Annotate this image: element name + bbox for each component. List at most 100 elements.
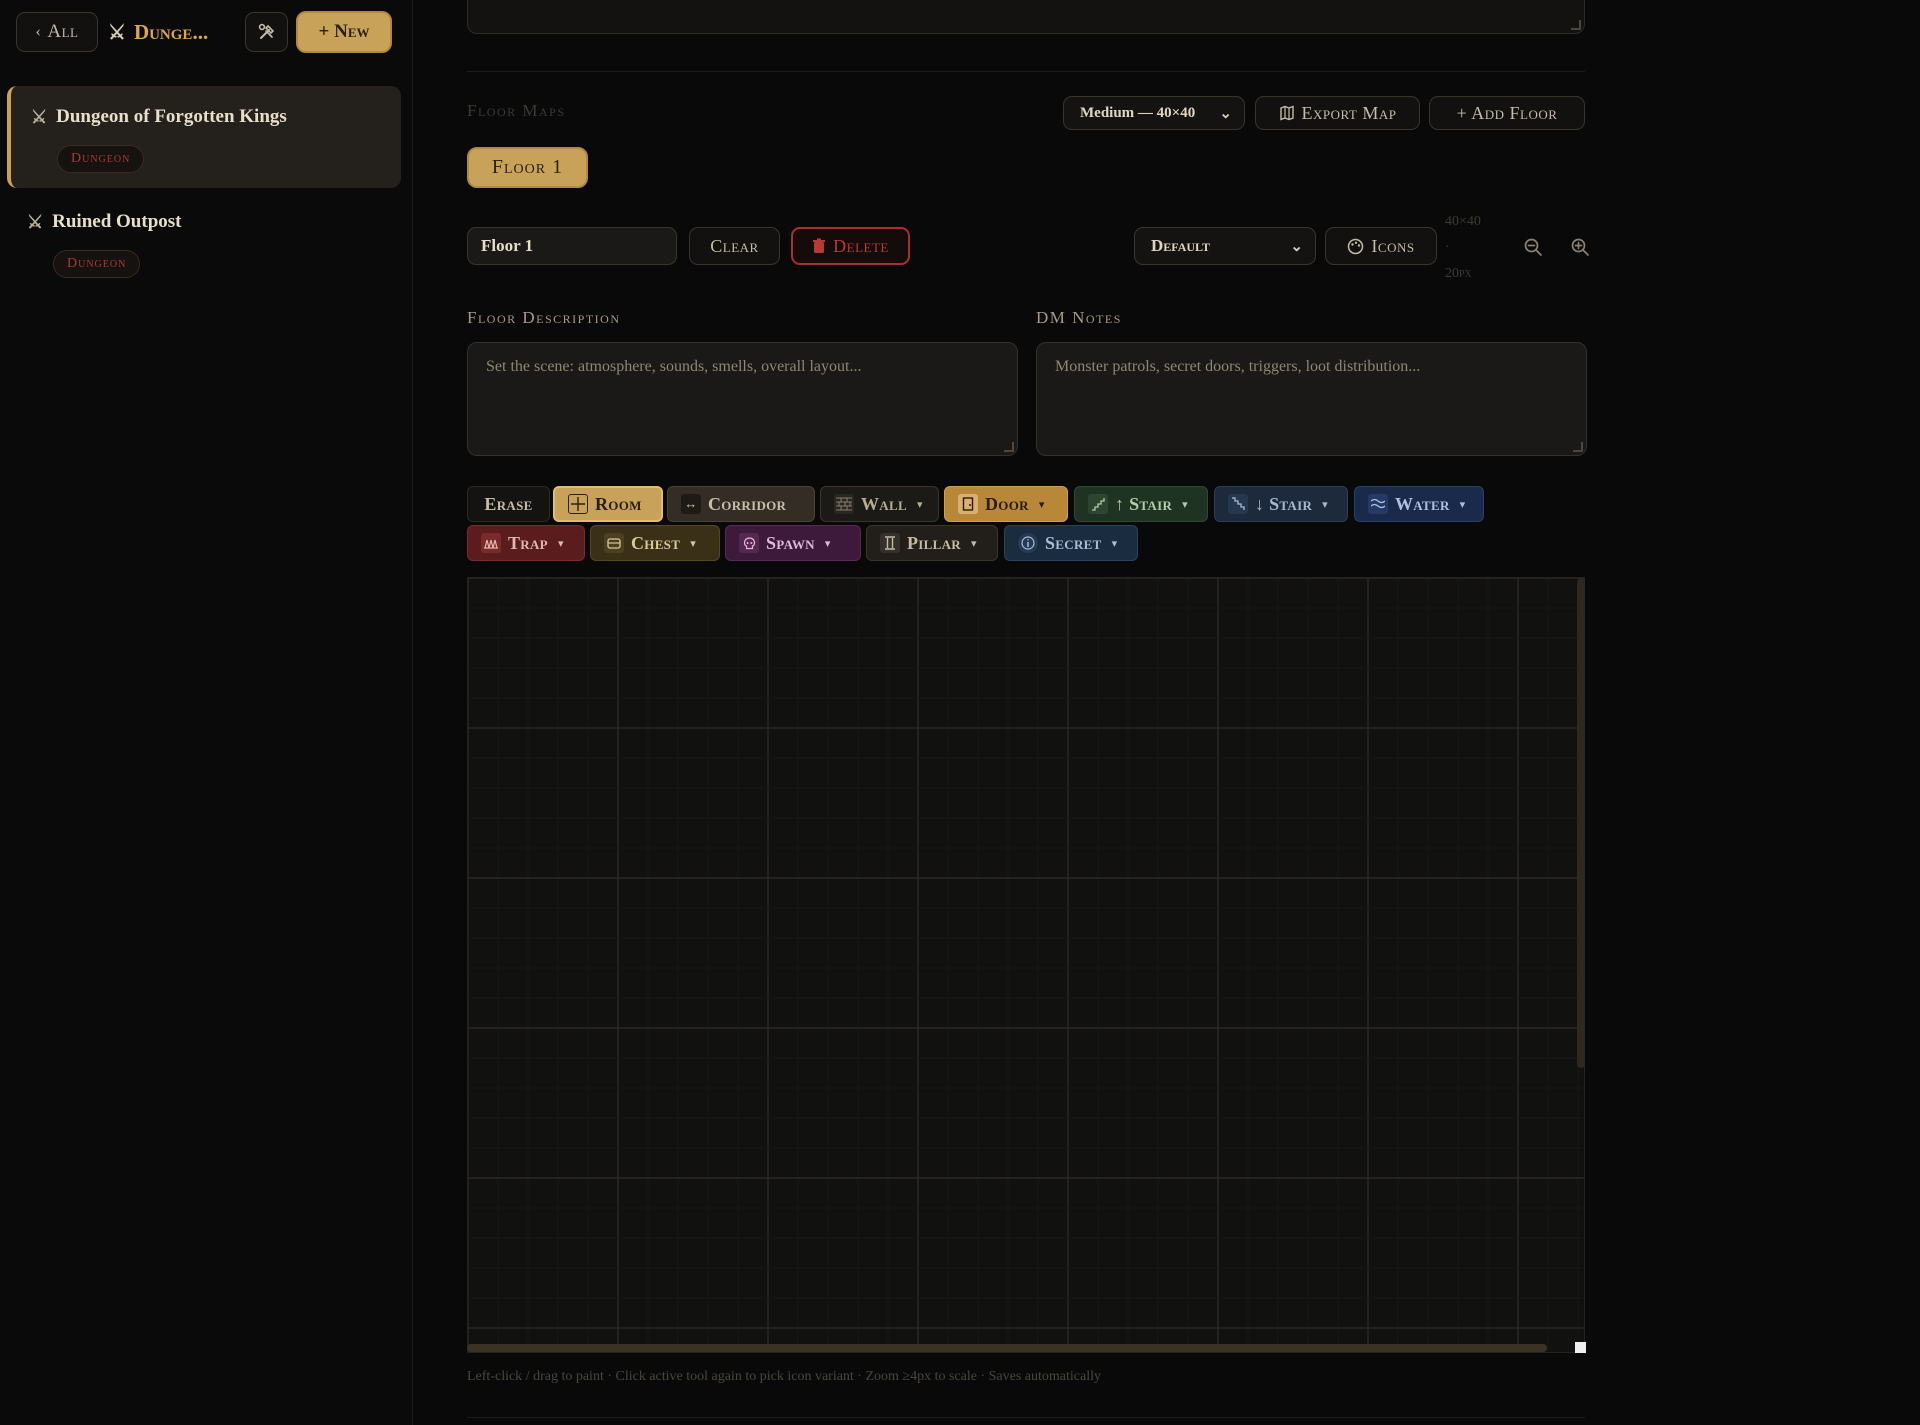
add-floor-button[interactable]: + Add Floor xyxy=(1429,96,1585,130)
pillar-icon xyxy=(880,533,900,553)
tool-spawn-button[interactable]: Spawn ▾ xyxy=(725,525,861,561)
tool-secret-label: Secret xyxy=(1045,532,1102,553)
icons-button[interactable]: Icons xyxy=(1325,227,1437,265)
zoom-in-button[interactable] xyxy=(1566,233,1594,261)
caret-down-icon: ▾ xyxy=(970,537,977,550)
canvas-hint: Left-click / drag to paint · Click activ… xyxy=(467,1369,1101,1384)
tool-trap-button[interactable]: Trap ▾ xyxy=(467,525,585,561)
caret-down-icon: ▾ xyxy=(1322,498,1328,511)
zoom-info: 40×40 · 20px xyxy=(1445,209,1505,287)
tool-stair-down-button[interactable]: ↓ Stair ▾ xyxy=(1214,486,1348,522)
resize-grip-icon[interactable] xyxy=(1573,442,1583,452)
readout-separator: · xyxy=(1445,240,1450,255)
skull-icon xyxy=(739,533,759,553)
divider xyxy=(467,1417,1585,1418)
room-grid-icon xyxy=(568,494,588,514)
tab-floor-1[interactable]: Floor 1 xyxy=(467,147,588,188)
floor-description-label: Floor Description xyxy=(467,308,621,327)
zoom-out-button[interactable] xyxy=(1519,233,1547,261)
map-canvas[interactable] xyxy=(467,577,1585,1353)
trash-icon xyxy=(813,238,826,253)
export-map-button[interactable]: Export Map xyxy=(1255,96,1420,130)
water-waves-icon xyxy=(1368,494,1388,514)
main-panel: Floor Maps Medium — 40×40 ⌄ Export Map +… xyxy=(414,0,1920,1425)
chest-icon xyxy=(604,533,624,553)
dm-notes-placeholder: Monster patrols, secret doors, triggers,… xyxy=(1055,358,1421,375)
clear-floor-button[interactable]: Clear xyxy=(689,227,780,265)
tool-trap-label: Trap xyxy=(508,532,548,553)
caret-down-icon: ▾ xyxy=(1038,498,1045,511)
map-icon xyxy=(1279,105,1294,121)
project-title-text: Dunge... xyxy=(133,19,209,44)
project-item-ruined-outpost[interactable]: ⚔ Ruined Outpost Dungeon xyxy=(7,191,401,293)
tool-corridor-label: Corridor xyxy=(708,493,787,514)
map-size-select[interactable]: Medium — 40×40 ⌄ xyxy=(1063,96,1245,130)
crossed-swords-icon: ⚔ xyxy=(108,21,126,44)
zoom-in-icon xyxy=(1571,238,1589,256)
horizontal-scrollbar[interactable] xyxy=(467,1344,1547,1352)
chevron-left-icon: ‹ xyxy=(35,23,42,40)
stair-down-icon xyxy=(1228,494,1248,514)
back-all-label: All xyxy=(47,21,79,42)
zoom-out-icon xyxy=(1524,238,1542,256)
resize-grip-icon[interactable] xyxy=(1004,442,1014,452)
tool-water-button[interactable]: Water ▾ xyxy=(1354,486,1484,522)
floor-name-input[interactable]: Floor 1 xyxy=(467,227,677,265)
trap-spikes-icon xyxy=(481,533,501,553)
tool-door-label: Door xyxy=(985,493,1029,514)
dm-notes-textarea[interactable]: Monster patrols, secret doors, triggers,… xyxy=(1036,342,1587,456)
floor-description-textarea[interactable]: Set the scene: atmosphere, sounds, smell… xyxy=(467,342,1018,456)
tool-door-button[interactable]: Door ▾ xyxy=(944,486,1068,522)
floor-description-placeholder: Set the scene: atmosphere, sounds, smell… xyxy=(486,358,862,375)
tool-secret-button[interactable]: Secret ▾ xyxy=(1004,525,1138,561)
project-title: ⚔ Dunge... xyxy=(108,18,208,46)
tool-stair-up-label: ↑ Stair xyxy=(1115,493,1173,514)
tools-button[interactable] xyxy=(245,12,288,52)
delete-floor-label: Delete xyxy=(833,235,889,256)
tool-corridor-button[interactable]: ↔ Corridor xyxy=(667,486,815,522)
floor-maps-label: Floor Maps xyxy=(467,101,566,120)
tool-pillar-button[interactable]: Pillar ▾ xyxy=(866,525,998,561)
tool-room-label: Room xyxy=(595,493,642,514)
tool-chest-button[interactable]: Chest ▾ xyxy=(590,525,720,561)
tool-erase-button[interactable]: Erase xyxy=(467,486,550,522)
back-all-button[interactable]: ‹ All xyxy=(16,12,98,52)
project-item-name-row: ⚔ Dungeon of Forgotten Kings xyxy=(31,106,287,128)
project-item-name-row: ⚔ Ruined Outpost xyxy=(27,211,182,233)
divider xyxy=(467,71,1585,72)
brick-wall-icon xyxy=(834,494,854,514)
crossed-swords-icon: ⚔ xyxy=(27,211,44,232)
palette-icon xyxy=(1348,238,1364,254)
caret-down-icon: ▾ xyxy=(690,537,697,550)
tool-spawn-label: Spawn xyxy=(766,532,815,553)
stair-up-icon xyxy=(1088,494,1108,514)
resize-grip-icon[interactable] xyxy=(1571,20,1581,30)
caret-down-icon: ▾ xyxy=(916,498,923,511)
delete-floor-button[interactable]: Delete xyxy=(791,227,910,265)
project-type-badge: Dungeon xyxy=(57,145,145,173)
vertical-scrollbar[interactable] xyxy=(1577,578,1585,1068)
new-project-button[interactable]: + New xyxy=(296,11,392,53)
tool-chest-label: Chest xyxy=(631,532,681,553)
hammer-wrench-icon xyxy=(258,23,274,39)
tool-room-button[interactable]: Room xyxy=(553,486,663,522)
cell-size-readout: 20px xyxy=(1445,266,1472,281)
corridor-arrows-icon: ↔ xyxy=(681,494,701,514)
tool-wall-button[interactable]: Wall ▾ xyxy=(820,486,939,522)
caret-down-icon: ▾ xyxy=(1182,498,1188,511)
caret-down-icon: ▾ xyxy=(824,537,831,550)
crossed-swords-icon: ⚔ xyxy=(31,106,48,127)
sidebar: ‹ All ⚔ Dunge... + New ⚔ Dungeon of Forg… xyxy=(0,0,413,1425)
map-style-select[interactable]: Default ⌄ xyxy=(1134,227,1316,265)
map-size-value: Medium — 40×40 xyxy=(1080,104,1196,121)
tool-water-label: Water xyxy=(1395,493,1450,514)
tool-wall-label: Wall xyxy=(861,493,907,514)
project-item-dungeon-of-forgotten-kings[interactable]: ⚔ Dungeon of Forgotten Kings Dungeon xyxy=(7,86,401,188)
scroll-corner xyxy=(1575,1342,1586,1353)
sidebar-topbar: ‹ All ⚔ Dunge... + New xyxy=(0,0,413,64)
previous-textarea[interactable] xyxy=(467,0,1585,34)
export-map-label: Export Map xyxy=(1301,102,1397,123)
tool-stair-up-button[interactable]: ↑ Stair ▾ xyxy=(1074,486,1208,522)
info-circle-icon xyxy=(1018,533,1038,553)
tool-stair-down-label: ↓ Stair xyxy=(1255,493,1313,514)
